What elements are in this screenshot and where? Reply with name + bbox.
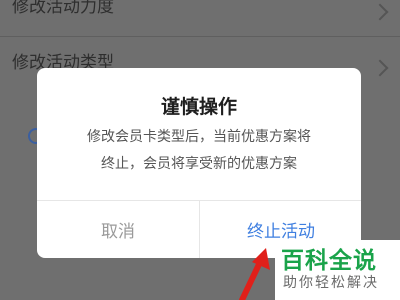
settings-row-label: 修改活动力度 [12,0,114,17]
chevron-right-icon [371,3,389,21]
watermark-title: 百科全说 [281,248,377,274]
dialog-message: 修改会员卡类型后，当前优惠方案将 终止，会员将享受新的优惠方案 [37,124,361,178]
dialog-message-line: 终止，会员将享受新的优惠方案 [101,156,297,172]
watermark-logo: 百科全说 助你轻松解决 [275,240,400,300]
cancel-button[interactable]: 取消 [37,201,199,258]
red-arrow-icon [239,248,270,300]
dialog-message-line: 修改会员卡类型后，当前优惠方案将 [87,129,311,145]
confirm-dialog: 谨慎操作 修改会员卡类型后，当前优惠方案将 终止，会员将享受新的优惠方案 取消 … [37,68,361,258]
watermark-subtitle: 助你轻松解决 [283,275,379,291]
dialog-title: 谨慎操作 [160,96,237,118]
settings-row-activity-strength: 修改活动力度 [0,0,400,36]
divider [0,36,400,37]
chevron-right-icon [371,59,389,77]
